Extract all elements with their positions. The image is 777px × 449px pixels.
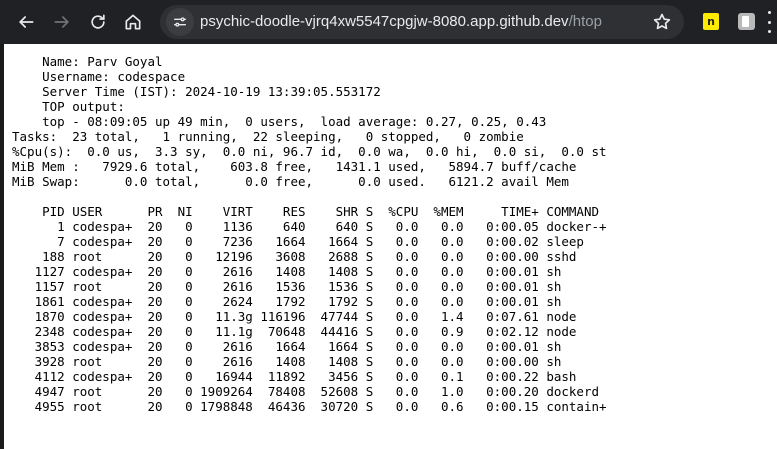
url-path: /htop	[568, 13, 602, 30]
tasks-line: Tasks: 23 total, 1 running, 22 sleeping,…	[12, 129, 524, 144]
menu-dot-icon	[767, 20, 771, 24]
back-button[interactable]	[12, 8, 40, 36]
process-row: 1 codespa+ 20 0 1136 640 640 S 0.0 0.0 0…	[12, 219, 607, 234]
info-server-time-line: Server Time (IST): 2024-10-19 13:39:05.5…	[12, 84, 381, 99]
browser-toolbar: psychic-doodle-vjrq4xw5547cpgjw-8080.app…	[0, 0, 777, 44]
address-bar[interactable]: psychic-doodle-vjrq4xw5547cpgjw-8080.app…	[160, 5, 684, 39]
home-icon	[125, 14, 141, 30]
process-row: 4112 codespa+ 20 0 16944 11892 3456 S 0.…	[12, 369, 577, 384]
site-info-button[interactable]	[166, 8, 194, 36]
process-row: 7 codespa+ 20 0 7236 1664 1664 S 0.0 0.0…	[12, 234, 584, 249]
forward-button[interactable]	[48, 8, 76, 36]
home-button[interactable]	[119, 8, 147, 36]
url-text[interactable]: psychic-doodle-vjrq4xw5547cpgjw-8080.app…	[200, 5, 602, 39]
menu-dot-icon	[767, 30, 771, 33]
bookmark-star-button[interactable]	[652, 12, 672, 32]
page-content: Name: Parv Goyal Username: codespace Ser…	[0, 44, 777, 449]
reload-icon	[91, 14, 105, 29]
blank-line: ​	[12, 189, 607, 204]
url-host: psychic-doodle-vjrq4xw5547cpgjw-8080.app…	[200, 13, 569, 30]
menu-dot-icon	[767, 11, 771, 14]
info-name-line: Name: Parv Goyal	[12, 54, 163, 69]
reload-button[interactable]	[84, 8, 112, 36]
arrow-right-icon	[54, 16, 70, 28]
info-username-line: Username: codespace	[12, 69, 186, 84]
process-row: 1870 codespa+ 20 0 11.3g 116196 47744 S …	[12, 309, 577, 324]
process-row: 188 root 20 0 12196 3608 2688 S 0.0 0.0 …	[12, 249, 577, 264]
star-icon	[653, 13, 671, 30]
process-row: 3928 root 20 0 2616 1408 1408 S 0.0 0.0 …	[12, 354, 562, 369]
process-table-header: PID USER PR NI VIRT RES SHR S %CPU %MEM …	[12, 204, 599, 219]
process-row: 1127 codespa+ 20 0 2616 1408 1408 S 0.0 …	[12, 264, 562, 279]
tune-icon	[174, 17, 186, 27]
process-row: 1861 codespa+ 20 0 2624 1792 1792 S 0.0 …	[12, 294, 562, 309]
arrow-left-icon	[18, 16, 34, 28]
cpu-line: %Cpu(s): 0.0 us, 3.3 sy, 0.0 ni, 96.7 id…	[12, 144, 607, 159]
top-output: Name: Parv Goyal Username: codespace Ser…	[12, 54, 607, 414]
mem-line: MiB Mem : 7929.6 total, 603.8 free, 1431…	[12, 159, 577, 174]
process-row: 3853 codespa+ 20 0 2616 1664 1664 S 0.0 …	[12, 339, 562, 354]
top-output-label: TOP output:	[12, 99, 125, 114]
browser-menu-button[interactable]	[765, 11, 773, 33]
profile-extension-button[interactable]	[738, 13, 755, 30]
uptime-line: top - 08:09:05 up 49 min, 0 users, load …	[12, 114, 547, 129]
process-row: 4955 root 20 0 1798848 46436 30720 S 0.0…	[12, 399, 607, 414]
extension-icon: n	[707, 15, 715, 28]
process-row: 2348 codespa+ 20 0 11.1g 70648 44416 S 0…	[12, 324, 577, 339]
process-row: 1157 root 20 0 2616 1536 1536 S 0.0 0.0 …	[12, 279, 562, 294]
extension-button[interactable]: n	[703, 13, 719, 30]
process-row: 4947 root 20 0 1909264 78408 52608 S 0.0…	[12, 384, 599, 399]
swap-line: MiB Swap: 0.0 total, 0.0 free, 0.0 used.…	[12, 174, 569, 189]
